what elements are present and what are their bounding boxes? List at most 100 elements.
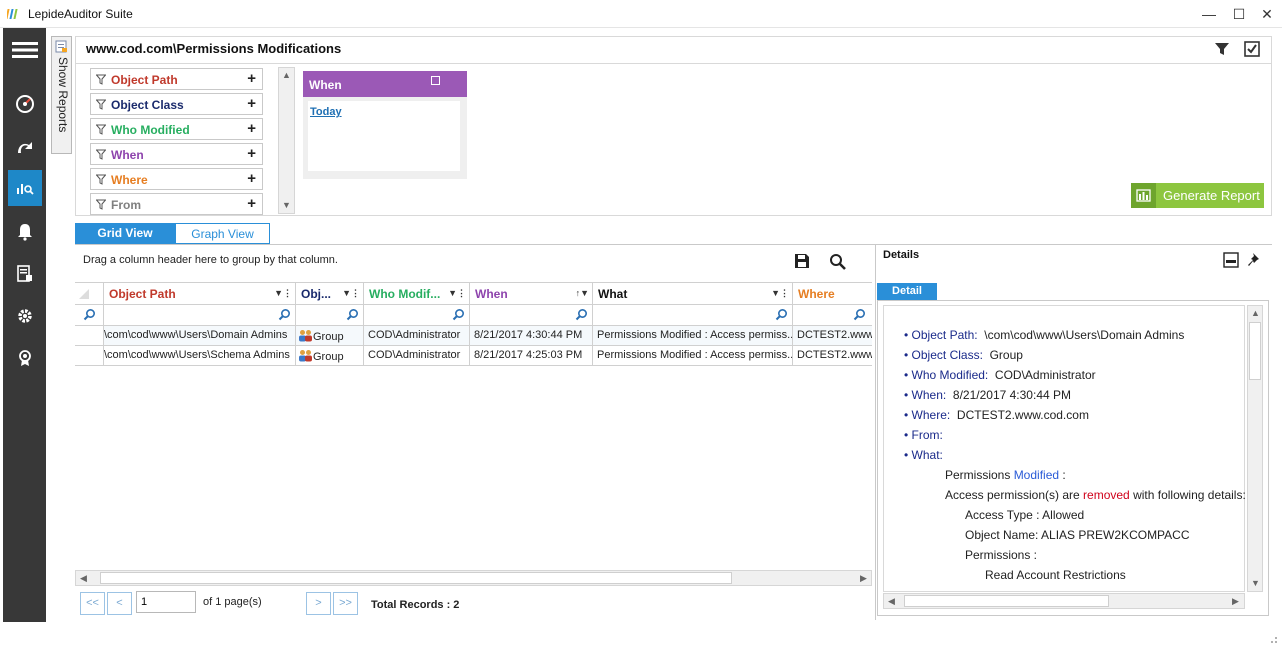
save-icon[interactable] (794, 253, 810, 269)
table-cell[interactable]: COD\Administrator (364, 346, 470, 366)
scroll-right-icon[interactable]: ▶ (860, 573, 867, 584)
add-filter-button[interactable]: + (247, 145, 256, 162)
column-search-cell[interactable] (104, 305, 296, 326)
column-header-what[interactable]: What ▼⋮ (593, 282, 793, 305)
scroll-left-icon[interactable]: ◀ (888, 596, 895, 607)
filter-when[interactable]: When + (90, 143, 263, 165)
column-search-cell[interactable] (364, 305, 470, 326)
group-icon (299, 350, 312, 362)
magnifier-icon[interactable] (853, 308, 866, 321)
table-cell[interactable]: DCTEST2.www (793, 326, 872, 346)
table-cell[interactable]: Group (296, 346, 364, 366)
minimize-button[interactable]: — (1194, 4, 1224, 24)
filter-who-modified[interactable]: Who Modified + (90, 118, 263, 140)
when-value-link[interactable]: Today (310, 106, 342, 118)
table-cell[interactable]: \com\cod\www\Users\Domain Admins (104, 326, 296, 346)
dashboard-icon[interactable] (8, 86, 42, 122)
filter-from[interactable]: From + (90, 193, 263, 215)
scroll-thumb[interactable] (1249, 322, 1261, 380)
scroll-right-icon[interactable]: ▶ (1232, 596, 1239, 607)
scroll-down-icon[interactable]: ▼ (1251, 578, 1260, 588)
column-filter-icon[interactable]: ▼⋮ (274, 288, 292, 299)
filter-object-class[interactable]: Object Class + (90, 93, 263, 115)
scroll-up-icon[interactable]: ▲ (1251, 308, 1260, 318)
column-header-who-modified[interactable]: Who Modif... ▼⋮ (364, 282, 470, 305)
filter-object-path[interactable]: Object Path + (90, 68, 263, 90)
row-indicator[interactable] (75, 326, 104, 346)
column-filter-icon[interactable]: ▼⋮ (342, 288, 360, 299)
license-icon[interactable] (8, 340, 42, 376)
detail-value: DCTEST2.www.cod.com (956, 408, 1089, 422)
add-filter-button[interactable]: + (247, 170, 256, 187)
table-cell[interactable]: Permissions Modified : Access permiss... (593, 346, 793, 366)
reports-icon[interactable] (8, 256, 42, 292)
details-vertical-scrollbar[interactable]: ▲ ▼ (1247, 305, 1263, 592)
resize-grip-icon[interactable] (1266, 632, 1278, 644)
generate-report-button[interactable]: Generate Report (1131, 183, 1264, 208)
column-search-cell[interactable] (593, 305, 793, 326)
table-cell[interactable]: Group (296, 326, 364, 346)
table-cell[interactable]: 8/21/2017 4:25:03 PM (470, 346, 593, 366)
scroll-thumb[interactable] (904, 595, 1109, 607)
column-filter-icon[interactable]: ▼⋮ (448, 288, 466, 299)
alerts-icon[interactable] (8, 214, 42, 250)
events-grid: Object Path ▼⋮ Obj... ▼⋮ Who Modif... ▼⋮ Wh… (75, 282, 872, 368)
magnifier-icon[interactable] (452, 308, 465, 321)
tab-graph-view[interactable]: Graph View (175, 223, 270, 244)
magnifier-icon[interactable] (278, 308, 291, 321)
filter-where[interactable]: Where + (90, 168, 263, 190)
filter-list-scrollbar[interactable]: ▲ ▼ (278, 67, 295, 214)
first-page-button[interactable]: << (80, 592, 105, 615)
tab-detail[interactable]: Detail (877, 283, 937, 300)
details-horizontal-scrollbar[interactable]: ◀ ▶ (883, 593, 1245, 609)
magnifier-icon[interactable] (346, 308, 359, 321)
show-reports-tab[interactable]: Show Reports (51, 36, 72, 154)
column-filter-icon[interactable]: ▼⋮ (771, 288, 789, 299)
search-icon[interactable] (829, 253, 846, 270)
add-filter-button[interactable]: + (247, 195, 256, 212)
close-card-icon[interactable] (431, 76, 440, 85)
add-filter-button[interactable]: + (247, 70, 256, 87)
scroll-left-icon[interactable]: ◀ (80, 573, 87, 584)
scroll-up-icon[interactable]: ▲ (282, 70, 291, 80)
column-header-object-class[interactable]: Obj... ▼⋮ (296, 282, 364, 305)
generate-report-label: Generate Report (1163, 188, 1260, 203)
next-page-button[interactable]: > (306, 592, 331, 615)
last-page-button[interactable]: >> (333, 592, 358, 615)
maximize-button[interactable]: ☐ (1224, 4, 1254, 24)
table-cell[interactable]: COD\Administrator (364, 326, 470, 346)
sort-descending-icon[interactable]: ↑▼ (576, 288, 589, 298)
table-cell[interactable]: Permissions Modified : Access permiss... (593, 326, 793, 346)
menu-icon[interactable] (8, 32, 42, 68)
row-indicator[interactable] (75, 346, 104, 366)
column-header-where[interactable]: Where (793, 282, 872, 305)
column-header-object-path[interactable]: Object Path ▼⋮ (104, 282, 296, 305)
magnifier-icon[interactable] (575, 308, 588, 321)
group-icon (299, 330, 312, 342)
add-filter-button[interactable]: + (247, 95, 256, 112)
filter-icon[interactable] (1214, 41, 1230, 57)
radar-icon[interactable] (8, 130, 42, 166)
page-number-input[interactable] (136, 591, 196, 613)
close-button[interactable]: ✕ (1252, 4, 1282, 24)
table-cell[interactable]: \com\cod\www\Users\Schema Admins (104, 346, 296, 366)
add-filter-button[interactable]: + (247, 120, 256, 137)
previous-page-button[interactable]: < (107, 592, 132, 615)
checkbox-icon[interactable] (1244, 41, 1260, 57)
column-search-cell[interactable] (470, 305, 593, 326)
minimize-pane-icon[interactable] (1223, 252, 1239, 268)
column-header-when[interactable]: When ↑▼ (470, 282, 593, 305)
filter-label: Object Path (111, 73, 178, 87)
pin-icon[interactable] (1247, 251, 1264, 268)
grid-horizontal-scrollbar[interactable]: ◀ ▶ (75, 570, 872, 586)
audit-reports-icon[interactable] (8, 170, 42, 206)
column-search-cell[interactable] (793, 305, 872, 326)
column-search-cell[interactable] (296, 305, 364, 326)
settings-icon[interactable] (8, 298, 42, 334)
table-cell[interactable]: 8/21/2017 4:30:44 PM (470, 326, 593, 346)
table-cell[interactable]: DCTEST2.www (793, 346, 872, 366)
scroll-down-icon[interactable]: ▼ (282, 200, 291, 210)
scroll-thumb[interactable] (100, 572, 732, 584)
magnifier-icon[interactable] (775, 308, 788, 321)
tab-grid-view[interactable]: Grid View (75, 223, 175, 244)
